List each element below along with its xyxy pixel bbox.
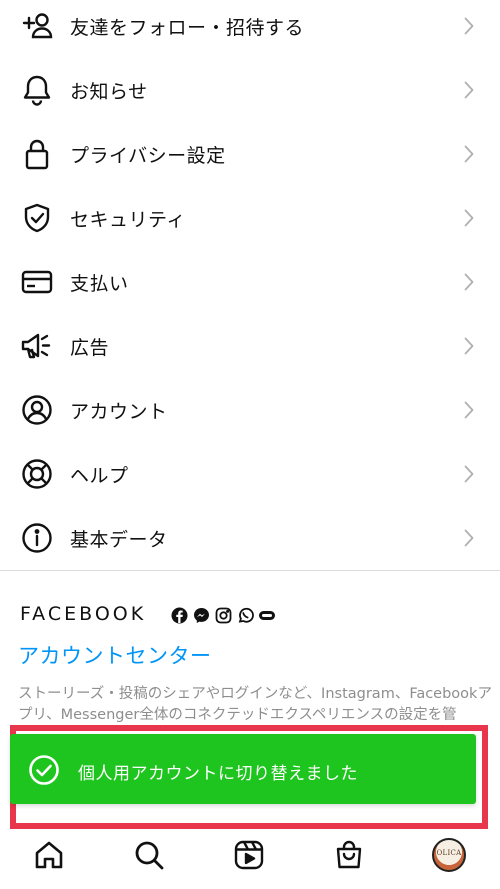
menu-item-label: 広告 — [70, 336, 110, 359]
avatar-text: OLICA — [436, 849, 462, 857]
chevron-right-icon — [462, 15, 476, 37]
menu-item-security[interactable]: セキュリティ — [0, 186, 500, 250]
reels-icon — [234, 840, 264, 870]
toast-message: 個人用アカウントに切り替えました — [78, 764, 358, 784]
account-circle-icon — [20, 393, 54, 427]
menu-item-help[interactable]: ヘルプ — [0, 442, 500, 506]
chevron-right-icon — [462, 399, 476, 421]
info-icon — [20, 521, 54, 555]
oculus-icon — [258, 606, 276, 624]
chevron-right-icon — [462, 143, 476, 165]
home-tab[interactable] — [29, 835, 69, 875]
reels-tab[interactable] — [229, 835, 269, 875]
menu-item-account[interactable]: アカウント — [0, 378, 500, 442]
chevron-right-icon — [462, 271, 476, 293]
shop-tab[interactable] — [329, 835, 369, 875]
account-center-link[interactable]: アカウントセンター — [18, 640, 212, 670]
messenger-icon — [192, 606, 210, 624]
menu-item-label: お知らせ — [70, 80, 148, 103]
avatar: OLICA — [432, 838, 466, 872]
add-person-icon — [20, 9, 54, 43]
menu-item-label: アカウント — [70, 400, 168, 423]
meta-app-icons — [170, 606, 276, 624]
whatsapp-icon — [236, 606, 254, 624]
menu-item-privacy[interactable]: プライバシー設定 — [0, 122, 500, 186]
chevron-right-icon — [462, 527, 476, 549]
chevron-right-icon — [462, 335, 476, 357]
account-center-description: ストーリーズ・投稿のシェアやログインなど、Instagram、Facebookア… — [18, 686, 492, 723]
menu-item-label: 友達をフォロー・招待する — [70, 16, 305, 39]
shield-check-icon — [20, 201, 54, 235]
facebook-brand-label: FACEBOOK — [20, 603, 147, 625]
credit-card-icon — [20, 265, 54, 299]
menu-item-ads[interactable]: 広告 — [0, 314, 500, 378]
chevron-right-icon — [462, 463, 476, 485]
chevron-right-icon — [462, 79, 476, 101]
shopping-bag-icon — [336, 840, 362, 869]
menu-item-label: 基本データ — [70, 528, 168, 551]
bell-icon — [20, 73, 54, 107]
lifebuoy-icon — [20, 457, 54, 491]
home-icon — [35, 841, 63, 869]
search-icon — [135, 841, 164, 870]
section-divider — [0, 570, 500, 571]
menu-item-label: 支払い — [70, 272, 129, 295]
profile-tab[interactable]: OLICA — [429, 835, 469, 875]
menu-item-follow-invite[interactable]: 友達をフォロー・招待する — [0, 0, 500, 58]
chevron-right-icon — [462, 207, 476, 229]
instagram-icon — [214, 606, 232, 624]
toast-notification: 個人用アカウントに切り替えました — [10, 734, 476, 804]
check-circle-icon — [29, 755, 59, 785]
menu-item-notifications[interactable]: お知らせ — [0, 58, 500, 122]
menu-item-label: プライバシー設定 — [70, 144, 226, 167]
menu-item-label: ヘルプ — [70, 464, 129, 487]
facebook-icon — [170, 606, 188, 624]
menu-item-label: セキュリティ — [70, 208, 186, 231]
megaphone-icon — [20, 329, 54, 363]
menu-item-about[interactable]: 基本データ — [0, 506, 500, 570]
bottom-tab-bar: OLICA — [0, 829, 500, 889]
menu-item-payments[interactable]: 支払い — [0, 250, 500, 314]
search-tab[interactable] — [129, 835, 169, 875]
lock-icon — [20, 137, 54, 171]
